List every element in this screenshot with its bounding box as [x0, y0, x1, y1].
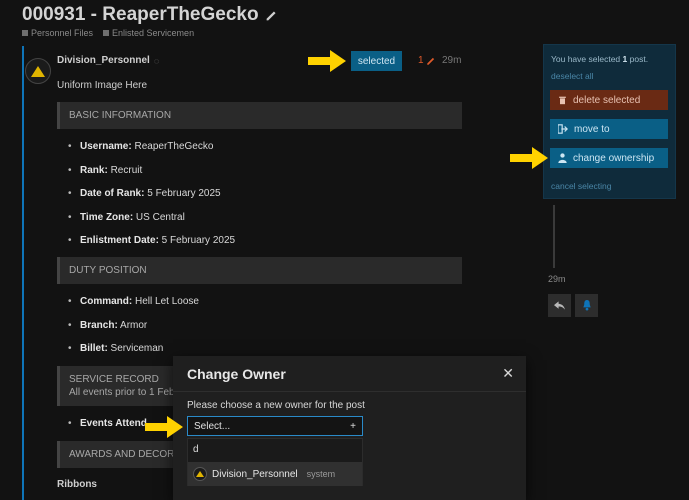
division-logo-icon — [31, 65, 45, 77]
section-duty-position: DUTY POSITION — [57, 257, 462, 284]
topic-title[interactable]: 000931 - ReaperTheGecko — [22, 4, 278, 26]
list-item: Date of Rank: 5 February 2025 — [68, 188, 235, 212]
edit-history[interactable]: 1 — [418, 55, 436, 66]
close-icon[interactable]: ✕ — [502, 365, 514, 382]
modal-prompt: Please choose a new owner for the post — [187, 400, 365, 411]
change-ownership-button[interactable]: change ownership — [550, 148, 668, 168]
owner-option[interactable]: Division_Personnel system — [188, 462, 362, 486]
move-icon — [558, 124, 568, 134]
selected-post-indicator — [22, 46, 24, 500]
category-personnel-files[interactable]: Personnel Files — [22, 28, 93, 38]
division-logo-icon — [196, 471, 204, 477]
ribbons-heading: Ribbons — [57, 479, 97, 490]
list-item: Branch: Armor — [68, 320, 199, 344]
bell-icon — [582, 300, 591, 311]
arrow-icon — [145, 416, 183, 438]
trash-icon — [559, 96, 566, 105]
arrow-icon — [308, 50, 346, 72]
plus-icon: + — [350, 420, 356, 432]
multi-select-panel: You have selected 1 post. deselect all d… — [543, 44, 676, 199]
modal-title: Change Owner — [187, 366, 286, 382]
post-username[interactable]: Division_Personnel ◌ — [57, 55, 159, 66]
avatar[interactable] — [25, 58, 51, 84]
arrow-icon — [510, 147, 548, 169]
category-list: Personnel Files Enlisted Servicemen — [22, 28, 278, 38]
owner-select[interactable]: Select... + — [187, 416, 363, 436]
list-item: Username: ReaperTheGecko — [68, 141, 235, 165]
topic-header: 000931 - ReaperTheGecko Personnel Files … — [22, 4, 278, 38]
timeline-time[interactable]: 29m — [548, 274, 566, 284]
owner-filter-input[interactable]: d — [193, 444, 199, 455]
selected-button[interactable]: selected — [351, 51, 402, 71]
uniform-image-line: Uniform Image Here — [57, 80, 148, 91]
reply-button[interactable] — [548, 294, 571, 317]
deselect-all-link[interactable]: deselect all — [551, 71, 594, 81]
pencil-icon — [426, 57, 434, 65]
modal-header: Change Owner ✕ — [173, 356, 526, 392]
owner-dropdown: d Division_Personnel system — [187, 438, 363, 486]
category-square-icon — [22, 30, 28, 36]
list-item: Time Zone: US Central — [68, 212, 235, 236]
basic-info-list: Username: ReaperTheGecko Rank: Recruit D… — [68, 141, 235, 259]
list-item: Events Attend — [68, 418, 147, 442]
notification-button[interactable] — [575, 294, 598, 317]
change-owner-modal: Change Owner ✕ Please choose a new owner… — [173, 356, 526, 500]
timeline-rail[interactable] — [553, 205, 555, 268]
category-enlisted-servicemen[interactable]: Enlisted Servicemen — [103, 28, 194, 38]
move-to-button[interactable]: move to — [550, 119, 668, 139]
shield-icon: ◌ — [153, 55, 160, 66]
pencil-icon[interactable] — [265, 9, 278, 22]
avatar — [193, 467, 207, 481]
list-item: Rank: Recruit — [68, 165, 235, 189]
post-time[interactable]: 29m — [442, 55, 461, 66]
delete-selected-button[interactable]: delete selected — [550, 90, 668, 110]
list-item: Enlistment Date: 5 February 2025 — [68, 235, 235, 259]
user-icon — [558, 153, 567, 163]
service-list: Events Attend — [68, 418, 147, 442]
section-basic-information: BASIC INFORMATION — [57, 102, 462, 129]
selection-count-text: You have selected 1 post. — [551, 54, 649, 64]
list-item: Command: Hell Let Loose — [68, 296, 199, 320]
reply-icon — [554, 300, 565, 310]
category-square-icon — [103, 30, 110, 36]
cancel-selecting-link[interactable]: cancel selecting — [551, 181, 611, 191]
